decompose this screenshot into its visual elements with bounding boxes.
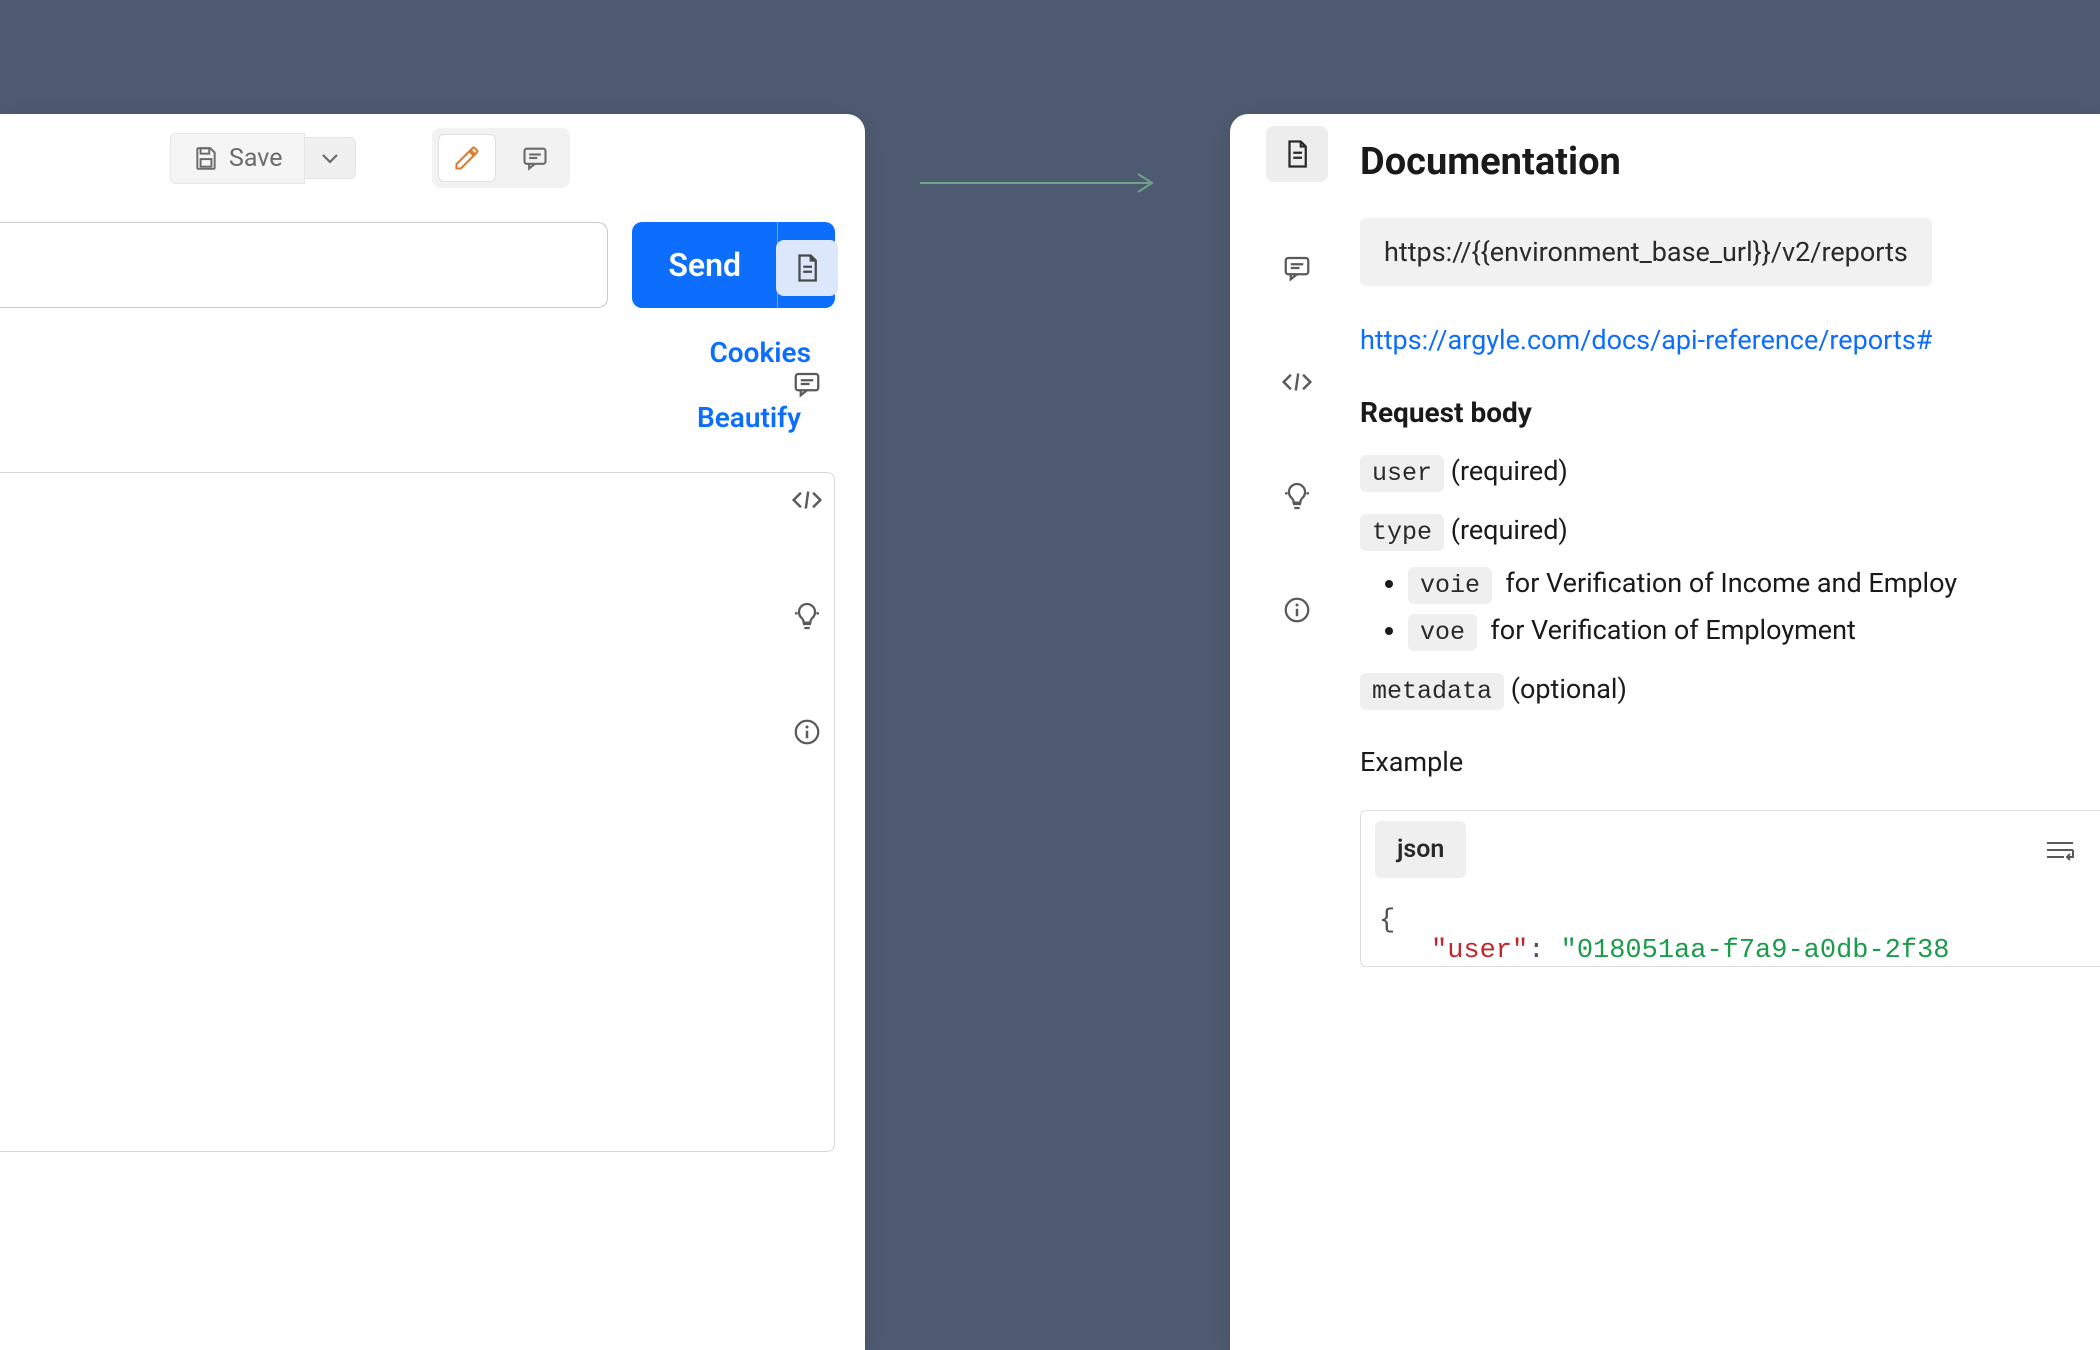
code-val-user: "018051aa-f7a9-a0db-2f38 xyxy=(1561,936,1950,966)
code-body[interactable]: { "user": "018051aa-f7a9-a0db-2f38 xyxy=(1361,888,2100,966)
chevron-down-icon xyxy=(321,152,339,164)
left-side-rail xyxy=(762,240,852,820)
rail-code-button[interactable] xyxy=(1266,354,1328,410)
param-user-name: user xyxy=(1360,455,1444,492)
rail-comments-button[interactable] xyxy=(1266,240,1328,296)
documentation-content: Documentation https://{{environment_base… xyxy=(1360,140,2100,967)
edit-button[interactable] xyxy=(438,134,496,182)
rail-documentation-button[interactable] xyxy=(776,240,838,296)
rail-comments-button[interactable] xyxy=(776,356,838,412)
type-voe-text: for Verification of Employment xyxy=(1490,614,1855,646)
param-type-name: type xyxy=(1360,514,1444,551)
code-icon xyxy=(790,485,824,515)
cookies-row: Cookies xyxy=(0,308,865,369)
info-icon xyxy=(1282,595,1312,625)
lightbulb-icon xyxy=(1281,480,1313,512)
rail-code-button[interactable] xyxy=(776,472,838,528)
type-voie-text: for Verification of Income and Employ xyxy=(1505,567,1957,599)
docs-external-link[interactable]: https://argyle.com/docs/api-reference/re… xyxy=(1360,324,2100,356)
save-button-group: Save xyxy=(170,133,356,184)
url-row: Send xyxy=(0,202,865,308)
document-icon xyxy=(792,253,822,283)
document-icon xyxy=(1282,139,1312,169)
rail-tips-button[interactable] xyxy=(1266,468,1328,524)
type-options-list: voie for Verification of Income and Empl… xyxy=(1360,567,2100,647)
body-editor[interactable] xyxy=(0,472,835,1152)
rail-info-button[interactable] xyxy=(1266,582,1328,638)
request-body-heading: Request body xyxy=(1360,396,2100,429)
param-type-required: (required) xyxy=(1451,514,1568,546)
connector-arrow xyxy=(920,168,1165,172)
example-label: Example xyxy=(1360,746,2100,778)
documentation-panel: Documentation https://{{environment_base… xyxy=(1230,114,2100,1350)
param-user: user (required) xyxy=(1360,455,2100,488)
code-key-user: "user" xyxy=(1431,936,1528,966)
info-icon xyxy=(792,717,822,747)
comment-button[interactable] xyxy=(506,134,564,182)
param-metadata-optional: (optional) xyxy=(1511,673,1627,705)
type-voe-code: voe xyxy=(1408,614,1477,651)
type-option-voe: voe for Verification of Employment xyxy=(1408,614,2100,647)
edit-comment-group xyxy=(432,128,570,188)
documentation-title: Documentation xyxy=(1360,140,2100,184)
code-block: json { "user": "018051aa-f7a9-a0db-2f38 xyxy=(1360,810,2100,967)
request-panel: Save xyxy=(0,114,865,1350)
code-icon xyxy=(1280,367,1314,397)
type-option-voie: voie for Verification of Income and Empl… xyxy=(1408,567,2100,600)
beautify-row: Beautify xyxy=(0,369,865,434)
comment-icon xyxy=(521,144,549,172)
type-voie-code: voie xyxy=(1408,567,1492,604)
rail-tips-button[interactable] xyxy=(776,588,838,644)
save-dropdown-caret[interactable] xyxy=(305,137,356,179)
send-label: Send xyxy=(668,246,741,284)
pencil-icon xyxy=(453,144,481,172)
save-label: Save xyxy=(229,144,282,173)
comment-icon xyxy=(1282,253,1312,283)
toolbar: Save xyxy=(0,114,865,202)
wrap-icon[interactable] xyxy=(2044,838,2076,862)
code-language-badge: json xyxy=(1375,821,1466,878)
param-type: type (required) xyxy=(1360,514,2100,547)
url-input[interactable] xyxy=(0,222,608,308)
param-metadata: metadata (optional) xyxy=(1360,673,2100,706)
save-button[interactable]: Save xyxy=(170,133,305,184)
rail-info-button[interactable] xyxy=(776,704,838,760)
rail-documentation-button[interactable] xyxy=(1266,126,1328,182)
param-user-required: (required) xyxy=(1451,455,1568,487)
code-block-header: json xyxy=(1361,811,2100,888)
code-open-brace: { xyxy=(1379,906,1395,936)
param-metadata-name: metadata xyxy=(1360,673,1504,710)
comment-icon xyxy=(792,369,822,399)
code-colon: : xyxy=(1528,936,1544,966)
right-side-rail xyxy=(1252,126,1342,696)
save-icon xyxy=(193,145,219,171)
lightbulb-icon xyxy=(791,600,823,632)
send-button[interactable]: Send xyxy=(632,222,777,308)
endpoint-url: https://{{environment_base_url}}/v2/repo… xyxy=(1360,218,1932,286)
